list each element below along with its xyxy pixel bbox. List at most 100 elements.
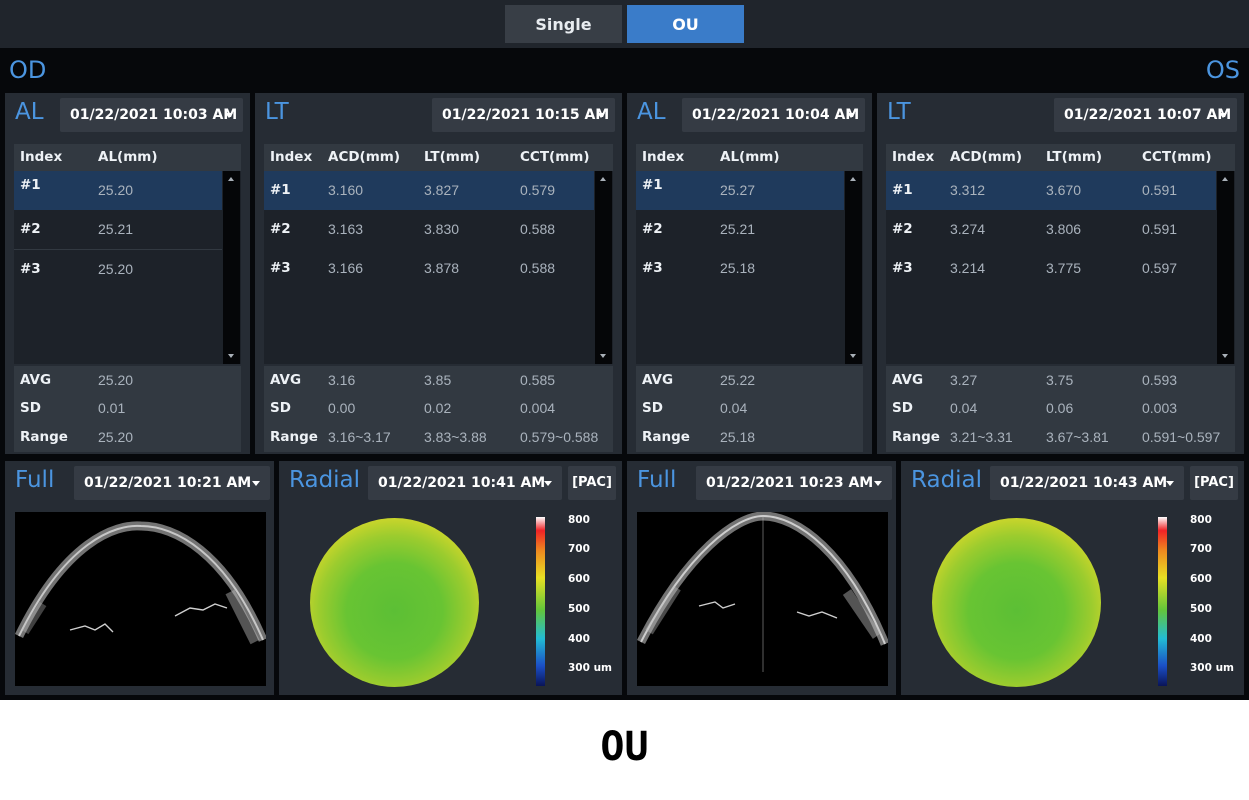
od-lt-panel: LT 01/22/2021 10:15 AM Index ACD(mm) LT(… bbox=[255, 93, 622, 454]
od-lt-scrollbar[interactable] bbox=[595, 171, 612, 364]
table-row[interactable]: #1 3.160 3.827 0.579 bbox=[264, 171, 594, 210]
row-lt-value: 3.775 bbox=[1046, 260, 1082, 276]
os-full-panel: Full 01/22/2021 10:23 AM bbox=[627, 461, 896, 695]
row-al-value: 25.20 bbox=[98, 261, 134, 277]
column-header-lt: LT(mm) bbox=[424, 149, 481, 165]
row-index: #2 bbox=[270, 221, 291, 237]
scroll-down-icon[interactable] bbox=[228, 354, 234, 358]
os-radial-date: 01/22/2021 10:43 AM bbox=[1000, 475, 1168, 491]
os-al-table-body: #1 25.27 #2 25.21 #3 25.18 bbox=[636, 171, 863, 364]
scroll-down-icon[interactable] bbox=[850, 354, 856, 358]
os-lt-date: 01/22/2021 10:07 AM bbox=[1064, 107, 1232, 123]
od-lt-date-dropdown[interactable]: 01/22/2021 10:15 AM bbox=[432, 98, 615, 132]
column-header-index: Index bbox=[892, 149, 935, 165]
od-al-title: AL bbox=[15, 99, 44, 125]
table-row[interactable]: #1 3.312 3.670 0.591 bbox=[886, 171, 1216, 210]
stat-value: 0.003 bbox=[1142, 400, 1178, 416]
column-header-acd: ACD(mm) bbox=[950, 149, 1023, 165]
scale-label: 600 bbox=[1190, 573, 1212, 585]
od-pachymetry-map bbox=[310, 518, 479, 687]
os-lt-scrollbar[interactable] bbox=[1217, 171, 1234, 364]
od-lt-date: 01/22/2021 10:15 AM bbox=[442, 107, 610, 123]
os-al-scrollbar[interactable] bbox=[845, 171, 862, 364]
scroll-down-icon[interactable] bbox=[1222, 354, 1228, 358]
os-radial-title: Radial bbox=[911, 467, 983, 493]
stat-value: 3.21~3.31 bbox=[950, 429, 1013, 445]
scroll-down-icon[interactable] bbox=[600, 354, 606, 358]
row-al-value: 25.20 bbox=[98, 182, 134, 198]
stat-label-range: Range bbox=[642, 429, 690, 445]
od-full-title: Full bbox=[15, 467, 55, 493]
stat-label-range: Range bbox=[20, 429, 68, 445]
stat-value: 0.06 bbox=[1046, 400, 1074, 416]
chevron-down-icon bbox=[874, 481, 882, 486]
row-cct-value: 0.579 bbox=[520, 182, 556, 198]
row-al-value: 25.21 bbox=[720, 221, 756, 237]
cornea-oct-image bbox=[637, 512, 888, 672]
stat-label-sd: SD bbox=[270, 400, 291, 416]
chevron-down-icon bbox=[252, 481, 260, 486]
os-pachymetry-map bbox=[932, 518, 1101, 687]
scale-label: 800 bbox=[568, 514, 590, 526]
row-acd-value: 3.274 bbox=[950, 221, 986, 237]
os-lt-date-dropdown[interactable]: 01/22/2021 10:07 AM bbox=[1054, 98, 1237, 132]
column-header-cct: CCT(mm) bbox=[520, 149, 590, 165]
row-index: #2 bbox=[20, 221, 41, 237]
od-radial-date-dropdown[interactable]: 01/22/2021 10:41 AM bbox=[368, 466, 562, 500]
column-header-index: Index bbox=[20, 149, 63, 165]
scroll-up-icon[interactable] bbox=[850, 177, 856, 181]
od-al-table-body: #1 25.20 #2 25.21 #3 25.20 bbox=[14, 171, 241, 364]
row-cct-value: 0.597 bbox=[1142, 260, 1178, 276]
od-eye-label: OD bbox=[9, 56, 47, 84]
row-acd-value: 3.214 bbox=[950, 260, 986, 276]
od-full-date: 01/22/2021 10:21 AM bbox=[84, 475, 252, 491]
scale-label: 400 bbox=[1190, 633, 1212, 645]
table-row[interactable]: #2 25.21 bbox=[636, 210, 844, 249]
stat-label-avg: AVG bbox=[20, 372, 52, 388]
column-header-cct: CCT(mm) bbox=[1142, 149, 1212, 165]
row-al-value: 25.27 bbox=[720, 182, 756, 198]
scroll-up-icon[interactable] bbox=[600, 177, 606, 181]
os-pac-button[interactable]: [PAC] bbox=[1190, 466, 1238, 500]
row-index: #2 bbox=[892, 221, 913, 237]
row-cct-value: 0.588 bbox=[520, 221, 556, 237]
stat-value: 25.20 bbox=[98, 372, 134, 388]
table-row[interactable]: #2 3.163 3.830 0.588 bbox=[264, 210, 594, 249]
table-row[interactable]: #1 25.27 bbox=[636, 171, 844, 210]
scroll-up-icon[interactable] bbox=[1222, 177, 1228, 181]
od-full-date-dropdown[interactable]: 01/22/2021 10:21 AM bbox=[74, 466, 270, 500]
od-al-table-header: Index AL(mm) bbox=[14, 144, 241, 171]
os-full-date-dropdown[interactable]: 01/22/2021 10:23 AM bbox=[696, 466, 892, 500]
od-al-scrollbar[interactable] bbox=[223, 171, 240, 364]
column-header-al: AL(mm) bbox=[720, 149, 780, 165]
os-al-date-dropdown[interactable]: 01/22/2021 10:04 AM bbox=[682, 98, 865, 132]
od-al-date-dropdown[interactable]: 01/22/2021 10:03 AM bbox=[60, 98, 243, 132]
single-mode-button[interactable]: Single bbox=[505, 5, 622, 43]
table-row[interactable]: #2 3.274 3.806 0.591 bbox=[886, 210, 1216, 249]
row-al-value: 25.18 bbox=[720, 260, 756, 276]
table-row[interactable]: #2 25.21 bbox=[14, 210, 222, 249]
scale-label: 700 bbox=[568, 543, 590, 555]
table-row[interactable]: #3 3.166 3.878 0.588 bbox=[264, 249, 594, 288]
table-row[interactable]: #3 25.20 bbox=[14, 249, 222, 289]
os-radial-date-dropdown[interactable]: 01/22/2021 10:43 AM bbox=[990, 466, 1184, 500]
app-window: Single OU OD OS AL 01/22/2021 10:03 AM I… bbox=[0, 0, 1249, 700]
table-row[interactable]: #3 25.18 bbox=[636, 249, 844, 288]
os-eye-label: OS bbox=[1205, 56, 1240, 84]
row-cct-value: 0.588 bbox=[520, 260, 556, 276]
stat-label-avg: AVG bbox=[892, 372, 924, 388]
scroll-up-icon[interactable] bbox=[228, 177, 234, 181]
row-acd-value: 3.160 bbox=[328, 182, 364, 198]
os-full-scan-image bbox=[637, 512, 888, 686]
table-row[interactable]: #1 25.20 bbox=[14, 171, 222, 210]
table-row[interactable]: #3 3.214 3.775 0.597 bbox=[886, 249, 1216, 288]
os-lt-stats: AVG 3.27 3.75 0.593 SD 0.04 0.06 0.003 Range 3.… bbox=[886, 366, 1235, 452]
os-color-scale-bar bbox=[1158, 517, 1167, 686]
os-lt-title: LT bbox=[887, 99, 911, 125]
chevron-down-icon bbox=[1219, 113, 1227, 118]
stat-value: 0.593 bbox=[1142, 372, 1178, 388]
row-index: #3 bbox=[20, 261, 41, 277]
od-pac-button[interactable]: [PAC] bbox=[568, 466, 616, 500]
ou-mode-button[interactable]: OU bbox=[627, 5, 744, 43]
row-index: #3 bbox=[270, 260, 291, 276]
